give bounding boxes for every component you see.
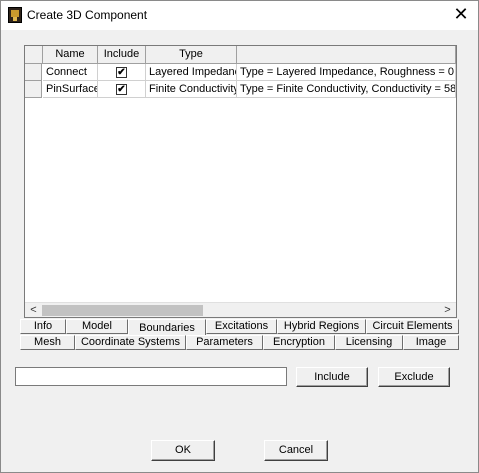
filter-input[interactable]: [15, 367, 287, 386]
tab-model[interactable]: Model: [66, 319, 128, 334]
tab-circuit-elements[interactable]: Circuit Elements: [366, 319, 459, 334]
table-row-include-cell[interactable]: ✔: [98, 81, 146, 98]
row-header[interactable]: [25, 64, 42, 81]
tab-image[interactable]: Image: [403, 335, 459, 350]
table-row-name[interactable]: PinSurface: [43, 81, 98, 98]
scroll-left-icon[interactable]: <: [26, 303, 41, 318]
tab-boundaries[interactable]: Boundaries: [128, 319, 206, 336]
include-button[interactable]: Include: [296, 367, 368, 387]
hfss-app-icon: [8, 7, 22, 23]
column-header-include[interactable]: Include: [98, 46, 146, 64]
tab-info[interactable]: Info: [20, 319, 66, 334]
title-bar: Create 3D Component ✕: [1, 1, 478, 30]
table-row-include-cell[interactable]: ✔: [98, 64, 146, 81]
scrollbar-thumb[interactable]: [42, 305, 203, 316]
tab-licensing[interactable]: Licensing: [335, 335, 403, 350]
column-header-type[interactable]: Type: [146, 46, 237, 64]
scroll-right-icon[interactable]: >: [440, 303, 455, 318]
horizontal-scrollbar[interactable]: < >: [25, 302, 456, 317]
tab-coordinate-systems[interactable]: Coordinate Systems: [75, 335, 186, 350]
tab-excitations[interactable]: Excitations: [206, 319, 277, 334]
column-header-info[interactable]: [237, 46, 456, 64]
table-row-name[interactable]: Connect: [43, 64, 98, 81]
tab-hybrid-regions[interactable]: Hybrid Regions: [277, 319, 366, 334]
cancel-button[interactable]: Cancel: [264, 440, 328, 461]
ok-button[interactable]: OK: [151, 440, 215, 461]
include-checkbox[interactable]: ✔: [116, 84, 127, 95]
table-row-info[interactable]: Type = Finite Conductivity, Conductivity…: [237, 81, 456, 98]
table-row-info[interactable]: Type = Layered Impedance, Roughness = 0.…: [237, 64, 456, 81]
include-checkbox[interactable]: ✔: [116, 67, 127, 78]
tab-encryption[interactable]: Encryption: [263, 335, 335, 350]
tab-parameters[interactable]: Parameters: [186, 335, 263, 350]
table-row-type[interactable]: Layered Impedance: [146, 64, 237, 81]
window-title: Create 3D Component: [27, 8, 148, 22]
boundaries-table: Name Include Type Connect ✔ Layered Impe…: [24, 45, 457, 318]
close-icon[interactable]: ✕: [444, 1, 478, 30]
row-header[interactable]: [25, 81, 42, 98]
create-3d-component-dialog: Create 3D Component ✕ Name Include Type …: [0, 0, 479, 473]
tab-mesh[interactable]: Mesh: [20, 335, 75, 350]
corner-header: [25, 46, 43, 64]
table-row-type[interactable]: Finite Conductivity: [146, 81, 237, 98]
exclude-button[interactable]: Exclude: [378, 367, 450, 387]
column-header-name[interactable]: Name: [43, 46, 98, 64]
